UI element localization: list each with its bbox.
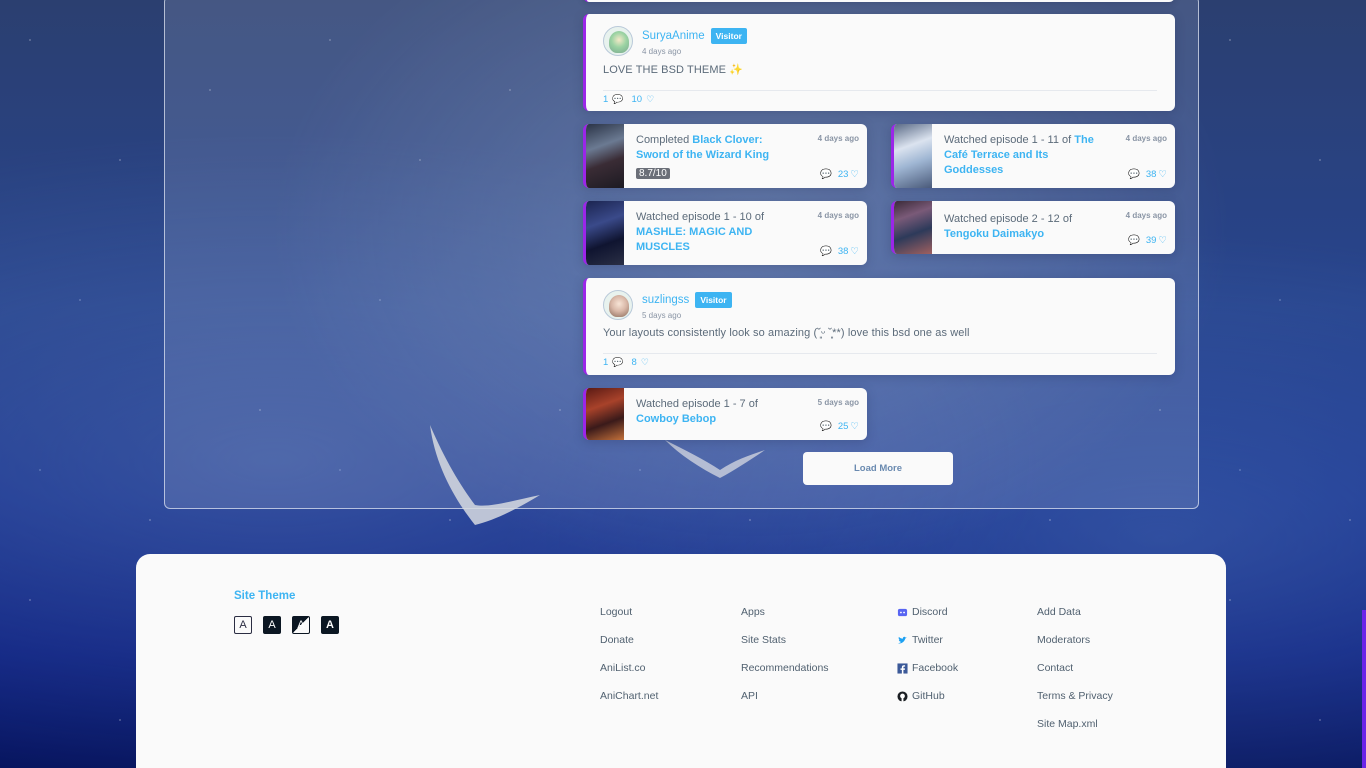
post-text: Your layouts consistently look so amazin… [603, 327, 970, 339]
comment-icon[interactable]: 💬 [820, 246, 832, 257]
comment-icon[interactable]: 💬 [1128, 235, 1140, 246]
like-count[interactable]: 39 [1146, 235, 1157, 246]
activity-status: Watched episode 1 - 11 of [944, 134, 1075, 146]
anime-cover-image[interactable] [894, 124, 932, 188]
site-theme-title: Site Theme [234, 590, 296, 602]
like-count[interactable]: 8 [632, 357, 637, 368]
twitter-label: Twitter [912, 634, 943, 646]
like-count[interactable]: 10 [632, 94, 643, 105]
list-activity-card: Watched episode 2 - 12 of Tengoku Daimak… [891, 201, 1175, 254]
list-activity-card: Completed Black Clover: Sword of the Wiz… [583, 124, 867, 188]
theme-light-option[interactable]: A [234, 616, 252, 634]
github-icon [897, 690, 908, 702]
activity-time: 4 days ago [1125, 211, 1167, 220]
facebook-label: Facebook [912, 662, 959, 674]
github-link[interactable]: GitHub [897, 682, 958, 710]
contact-link[interactable]: Contact [1037, 654, 1113, 682]
like-count[interactable]: 23 [838, 169, 849, 180]
list-activity-card: Watched episode 1 - 7 of Cowboy Bebop 5 … [583, 388, 867, 440]
avatar[interactable] [603, 290, 633, 320]
post-time: 5 days ago [642, 311, 682, 320]
comment-icon[interactable]: 💬 [612, 357, 623, 368]
comment-icon[interactable]: 💬 [820, 169, 832, 180]
footer-links-col4: Add Data Moderators Contact Terms & Priv… [1037, 598, 1113, 738]
reply-count[interactable]: 1 [603, 357, 608, 368]
discord-label: Discord [912, 606, 948, 618]
theme-switcher: A A A A [234, 616, 339, 634]
facebook-icon [897, 662, 908, 674]
visitor-badge: Visitor [695, 292, 732, 308]
sitemap-link[interactable]: Site Map.xml [1037, 710, 1113, 738]
footer-links-col1: Logout Donate AniList.co AniChart.net [600, 598, 658, 710]
theme-system-option[interactable]: A [321, 616, 339, 634]
anime-title-link[interactable]: Cowboy Bebop [636, 413, 716, 425]
add-data-link[interactable]: Add Data [1037, 598, 1113, 626]
anime-cover-image[interactable] [894, 201, 932, 254]
github-label: GitHub [912, 690, 945, 702]
api-link[interactable]: API [741, 682, 829, 710]
anime-cover-image[interactable] [586, 124, 624, 188]
avatar[interactable] [603, 26, 633, 56]
activity-status: Watched episode 1 - 7 of [636, 398, 758, 410]
heart-icon[interactable]: ♡ [641, 357, 649, 368]
list-activity-card: Watched episode 1 - 11 of The Café Terra… [891, 124, 1175, 188]
anime-title-link[interactable]: MASHLE: MAGIC AND MUSCLES [636, 226, 752, 253]
anilist-link[interactable]: AniList.co [600, 654, 658, 682]
anichart-link[interactable]: AniChart.net [600, 682, 658, 710]
previous-card-edge [583, 0, 1175, 2]
heart-icon[interactable]: ♡ [850, 246, 859, 257]
list-activity-card: Watched episode 1 - 10 of MASHLE: MAGIC … [583, 201, 867, 265]
like-count[interactable]: 38 [838, 246, 849, 257]
activity-status: Watched episode 1 - 10 of [636, 211, 765, 223]
username[interactable]: SuryaAnime [642, 30, 705, 42]
like-count[interactable]: 25 [838, 421, 849, 432]
terms-privacy-link[interactable]: Terms & Privacy [1037, 682, 1113, 710]
username[interactable]: suzlingss [642, 294, 689, 306]
theme-dark-option[interactable]: A [263, 616, 281, 634]
heart-icon[interactable]: ♡ [1158, 235, 1167, 246]
post-text: LOVE THE BSD THEME ✨ [603, 64, 743, 76]
discord-icon [897, 608, 908, 616]
activity-time: 4 days ago [1125, 134, 1167, 143]
anime-cover-image[interactable] [586, 201, 624, 265]
comment-icon[interactable]: 💬 [612, 94, 623, 105]
heart-icon[interactable]: ♡ [850, 421, 859, 432]
activity-status: Completed [636, 134, 693, 146]
site-stats-link[interactable]: Site Stats [741, 626, 829, 654]
discord-link[interactable]: Discord [897, 598, 958, 626]
recommendations-link[interactable]: Recommendations [741, 654, 829, 682]
anime-cover-image[interactable] [586, 388, 624, 440]
comment-icon[interactable]: 💬 [1128, 169, 1140, 180]
twitter-link[interactable]: Twitter [897, 626, 958, 654]
footer-links-col3: Discord Twitter Facebook GitHub [897, 598, 958, 710]
scrollbar-thumb[interactable] [1362, 610, 1366, 768]
text-activity-card: SuryaAnime Visitor 4 days ago LOVE THE B… [583, 14, 1175, 111]
logout-link[interactable]: Logout [600, 598, 658, 626]
activity-time: 5 days ago [817, 398, 859, 407]
site-footer: Site Theme A A A A Logout Donate AniList… [136, 554, 1226, 768]
activity-time: 4 days ago [817, 134, 859, 143]
text-activity-card: suzlingss Visitor 5 days ago Your layout… [583, 278, 1175, 375]
theme-contrast-option[interactable]: A [292, 616, 310, 634]
heart-icon[interactable]: ♡ [646, 94, 654, 105]
apps-link[interactable]: Apps [741, 598, 829, 626]
facebook-link[interactable]: Facebook [897, 654, 958, 682]
post-time: 4 days ago [642, 47, 682, 56]
twitter-icon [897, 636, 908, 643]
score-tag: 8.7/10 [636, 168, 670, 179]
comment-icon[interactable]: 💬 [820, 421, 832, 432]
load-more-button[interactable]: Load More [803, 452, 953, 485]
reply-count[interactable]: 1 [603, 94, 608, 105]
bird-illustration [430, 425, 540, 525]
activity-time: 4 days ago [817, 211, 859, 220]
like-count[interactable]: 38 [1146, 169, 1157, 180]
moderators-link[interactable]: Moderators [1037, 626, 1113, 654]
donate-link[interactable]: Donate [600, 626, 658, 654]
visitor-badge: Visitor [710, 28, 747, 44]
heart-icon[interactable]: ♡ [850, 169, 859, 180]
heart-icon[interactable]: ♡ [1158, 169, 1167, 180]
footer-links-col2: Apps Site Stats Recommendations API [741, 598, 829, 710]
activity-status: Watched episode 2 - 12 of [944, 213, 1073, 225]
anime-title-link[interactable]: Tengoku Daimakyo [944, 228, 1044, 240]
